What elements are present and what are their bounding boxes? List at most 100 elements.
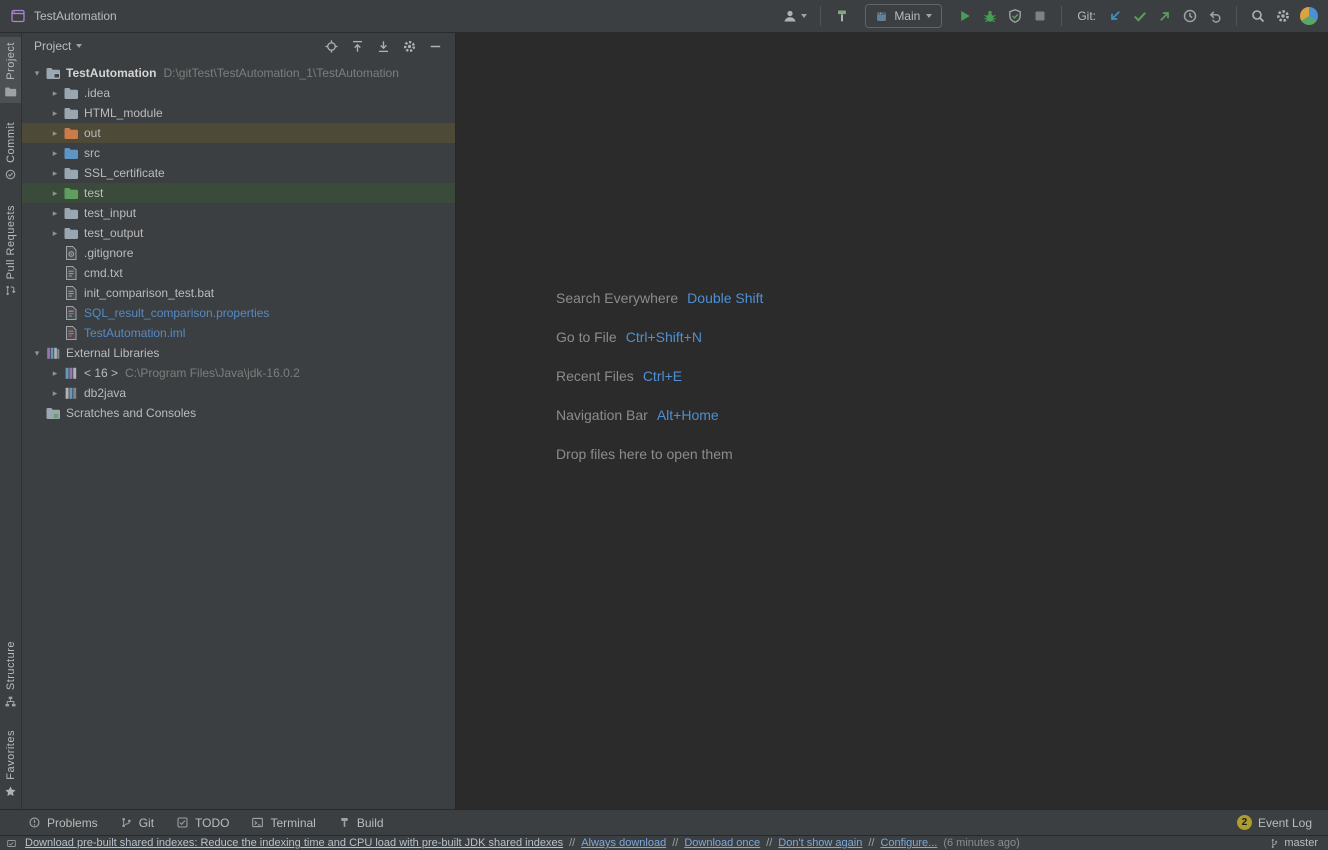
git-branch-widget[interactable]: master — [1269, 837, 1318, 849]
settings-button[interactable] — [1275, 8, 1291, 24]
view-options-button[interactable] — [402, 39, 417, 54]
git-update-project-button[interactable] — [1107, 8, 1123, 24]
tree-chevron-closed-icon[interactable]: ▸ — [48, 363, 62, 383]
tree-item-label: test_output — [84, 226, 143, 240]
status-message-sep: // — [766, 837, 772, 849]
tree-chevron-open-icon[interactable]: ▾ — [30, 343, 44, 363]
git-push-button[interactable] — [1157, 8, 1173, 24]
run-button[interactable] — [957, 8, 973, 24]
file-text-icon — [63, 265, 79, 281]
tree-item-cmd-txt[interactable]: cmd.txt — [22, 263, 455, 283]
toolwindow-button-git[interactable]: Git — [120, 816, 154, 830]
tree-chevron-closed-icon[interactable]: ▸ — [48, 163, 62, 183]
user-avatar-button[interactable] — [1300, 7, 1318, 25]
tree-item-out[interactable]: ▸out — [22, 123, 455, 143]
debug-button[interactable] — [982, 8, 998, 24]
hint-label: Search Everywhere — [556, 290, 678, 306]
user-menu-button[interactable] — [782, 8, 807, 24]
tree-item-test-input[interactable]: ▸test_input — [22, 203, 455, 223]
tree-chevron-closed-icon[interactable]: ▸ — [48, 103, 62, 123]
tree-item-sql-result-comparison-properties[interactable]: SQL_result_comparison.properties — [22, 303, 455, 323]
stripe-button-commit[interactable]: Commit — [0, 117, 21, 186]
tree-item-html-module[interactable]: ▸HTML_module — [22, 103, 455, 123]
status-link-configure[interactable]: Configure... — [880, 837, 937, 849]
tree-item-test[interactable]: ▸test — [22, 183, 455, 203]
tree-item-src[interactable]: ▸src — [22, 143, 455, 163]
tree-chevron-closed-icon[interactable]: ▸ — [48, 143, 62, 163]
stripe-button-project[interactable]: Project — [0, 37, 21, 103]
tree-item-label: .gitignore — [84, 246, 133, 260]
toolwindow-button-build[interactable]: Build — [338, 816, 384, 830]
tree-item-idea[interactable]: ▸ .idea — [22, 83, 455, 103]
stripe-top: Project Commit Pull Requests — [0, 37, 21, 302]
project-panel-header: Project — [22, 33, 455, 59]
git-rollback-button[interactable] — [1207, 8, 1223, 24]
stripe-button-favorites[interactable]: Favorites — [0, 725, 21, 803]
tree-chevron-closed-icon[interactable]: ▸ — [48, 123, 62, 143]
toolwindow-label: Git — [139, 816, 154, 830]
stripe-button-structure[interactable]: Structure — [0, 636, 21, 713]
project-view-selector[interactable]: Project — [34, 39, 82, 53]
tree-item-testautomation[interactable]: ▾TestAutomationD:\gitTest\TestAutomation… — [22, 63, 455, 83]
event-log-button[interactable]: 2Event Log — [1237, 815, 1312, 830]
shortcut-hint: Recent FilesCtrl+E — [556, 356, 763, 395]
user-icon — [782, 8, 798, 24]
tree-item-label: < 16 > — [84, 366, 118, 380]
run-with-coverage-button[interactable] — [1007, 8, 1023, 24]
tree-item-label: .idea — [84, 86, 110, 100]
tree-item-testautomation-iml[interactable]: TestAutomation.iml — [22, 323, 455, 343]
toolwindow-button-todo[interactable]: TODO — [176, 816, 229, 830]
terminal-icon — [251, 816, 264, 829]
tree-chevron-closed-icon[interactable]: ▸ — [48, 183, 62, 203]
editor-area[interactable]: Search EverywhereDouble ShiftGo to FileC… — [456, 33, 1328, 809]
toolbar-separator — [1061, 6, 1062, 26]
tree-item-label: db2java — [84, 386, 126, 400]
todo-icon — [176, 816, 189, 829]
stop-button[interactable] — [1032, 8, 1048, 24]
tree-chevron-closed-icon[interactable]: ▸ — [48, 83, 62, 103]
stripe-button-pull-requests[interactable]: Pull Requests — [0, 200, 21, 302]
tree-item-16[interactable]: ▸< 16 >C:\Program Files\Java\jdk-16.0.2 — [22, 363, 455, 383]
tree-chevron-closed-icon[interactable]: ▸ — [48, 383, 62, 403]
build-project-button[interactable] — [834, 8, 850, 24]
hammer-icon — [834, 8, 850, 24]
stripe-button-label: Structure — [5, 641, 17, 690]
tree-item-label: TestAutomation.iml — [84, 326, 185, 340]
expand-all-button[interactable] — [376, 39, 391, 54]
toolwindow-button-problems[interactable]: Problems — [28, 816, 98, 830]
main-toolbar: MainGit: — [782, 4, 1318, 28]
lib-icon — [63, 385, 79, 401]
tree-chevron-open-icon[interactable]: ▾ — [30, 63, 44, 83]
tree-chevron-closed-icon[interactable]: ▸ — [48, 203, 62, 223]
tree-chevron-closed-icon[interactable]: ▸ — [48, 223, 62, 243]
toolwindow-button-terminal[interactable]: Terminal — [251, 816, 315, 830]
select-opened-file-button[interactable] — [324, 39, 339, 54]
run-configuration-select[interactable]: Main — [865, 4, 942, 28]
tree-item-ssl-certificate[interactable]: ▸SSL_certificate — [22, 163, 455, 183]
coverage-icon — [1007, 8, 1023, 24]
status-link-don-t-show-again[interactable]: Don't show again — [778, 837, 862, 849]
tree-item-label: cmd.txt — [84, 266, 123, 280]
problems-icon — [28, 816, 41, 829]
git-commit-button[interactable] — [1132, 8, 1148, 24]
search-everywhere-button[interactable] — [1250, 8, 1266, 24]
tree-item-init-comparison-test-bat[interactable]: init_comparison_test.bat — [22, 283, 455, 303]
status-link-download-once[interactable]: Download once — [684, 837, 760, 849]
status-bar: Download pre-built shared indexes: Reduc… — [0, 835, 1328, 850]
favorites-tool-icon — [4, 785, 17, 798]
git-history-button[interactable] — [1182, 8, 1198, 24]
tree-item-db2java[interactable]: ▸ db2java — [22, 383, 455, 403]
shortcut-hint: Search EverywhereDouble Shift — [556, 278, 763, 317]
window-title: TestAutomation — [34, 9, 117, 23]
tree-item-test-output[interactable]: ▸ test_output — [22, 223, 455, 243]
toolwindow-label: Build — [357, 816, 384, 830]
tree-item-external-libraries[interactable]: ▾External Libraries — [22, 343, 455, 363]
collapse-all-button[interactable] — [350, 39, 365, 54]
project-tool-icon — [4, 85, 17, 98]
tree-item-gitignore[interactable]: .gitignore — [22, 243, 455, 263]
hide-panel-button[interactable] — [428, 39, 443, 54]
tree-item-scratches-and-consoles[interactable]: Scratches and Consoles — [22, 403, 455, 423]
folder-icon — [63, 225, 79, 241]
status-link-always-download[interactable]: Always download — [581, 837, 666, 849]
folder-icon — [63, 165, 79, 181]
